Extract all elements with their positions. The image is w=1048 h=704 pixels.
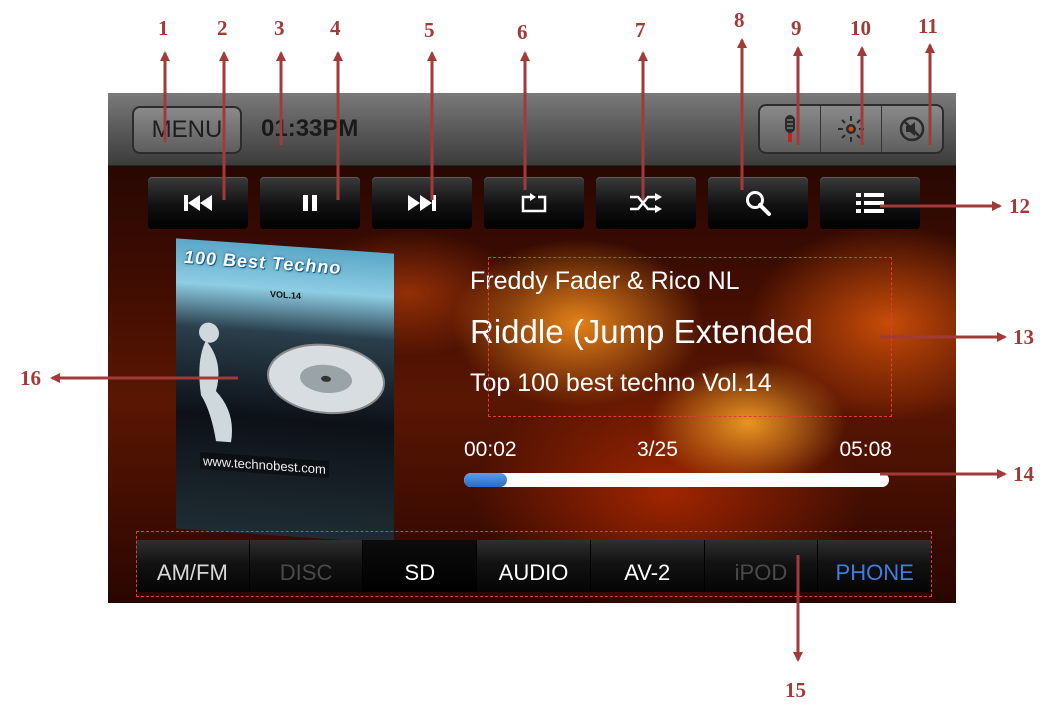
track-info-highlight <box>488 257 892 417</box>
system-icons <box>758 104 944 154</box>
brightness-button[interactable] <box>821 106 882 152</box>
turntable-image <box>199 322 385 443</box>
previous-icon <box>184 195 212 211</box>
callout-14: 14 <box>1013 462 1034 486</box>
progress-bar[interactable] <box>464 473 889 487</box>
callout-7: 7 <box>635 18 646 42</box>
callout-12: 12 <box>1009 194 1030 218</box>
callout-1: 1 <box>158 16 169 40</box>
callout-8: 8 <box>734 8 745 32</box>
callout-10: 10 <box>850 16 871 40</box>
brightness-icon <box>838 116 864 142</box>
search-button[interactable] <box>708 177 808 229</box>
callout-3: 3 <box>274 16 285 40</box>
menu-button[interactable]: MENU <box>132 106 242 154</box>
list-button[interactable] <box>820 177 920 229</box>
search-icon <box>746 191 771 216</box>
pause-button[interactable] <box>260 177 360 229</box>
repeat-icon <box>521 193 547 213</box>
album-art-volume: VOL.14 <box>270 288 302 302</box>
album-art-title: 100 Best Techno <box>184 246 342 278</box>
next-icon <box>408 195 436 211</box>
track-counter: 3/25 <box>637 438 678 461</box>
previous-button[interactable] <box>148 177 248 229</box>
callout-9: 9 <box>791 16 802 40</box>
list-icon <box>856 193 884 213</box>
callout-15: 15 <box>785 678 806 702</box>
callout-11: 11 <box>918 14 938 38</box>
clock: 01:33PM <box>261 115 359 142</box>
source-bar-highlight <box>136 531 932 597</box>
shuffle-icon <box>630 193 662 213</box>
next-button[interactable] <box>372 177 472 229</box>
shuffle-button[interactable] <box>596 177 696 229</box>
elapsed-time: 00:02 <box>464 438 517 461</box>
repeat-button[interactable] <box>484 177 584 229</box>
callout-4: 4 <box>330 16 341 40</box>
microphone-icon <box>785 115 795 142</box>
time-row: 00:02 3/25 05:08 <box>464 438 892 466</box>
top-bar: MENU 01:33PM <box>108 93 956 166</box>
mute-icon <box>899 116 925 142</box>
callout-5: 5 <box>424 18 435 42</box>
microphone-button[interactable] <box>760 106 821 152</box>
total-time: 05:08 <box>839 438 892 461</box>
callout-13: 13 <box>1013 325 1034 349</box>
progress-fill <box>464 473 507 487</box>
album-art: 100 Best Techno VOL.14 www.technobest.co… <box>176 238 394 544</box>
mute-button[interactable] <box>882 106 942 152</box>
callout-2: 2 <box>217 16 228 40</box>
callout-16: 16 <box>20 366 41 390</box>
pause-icon <box>303 195 317 211</box>
callout-6: 6 <box>517 20 528 44</box>
